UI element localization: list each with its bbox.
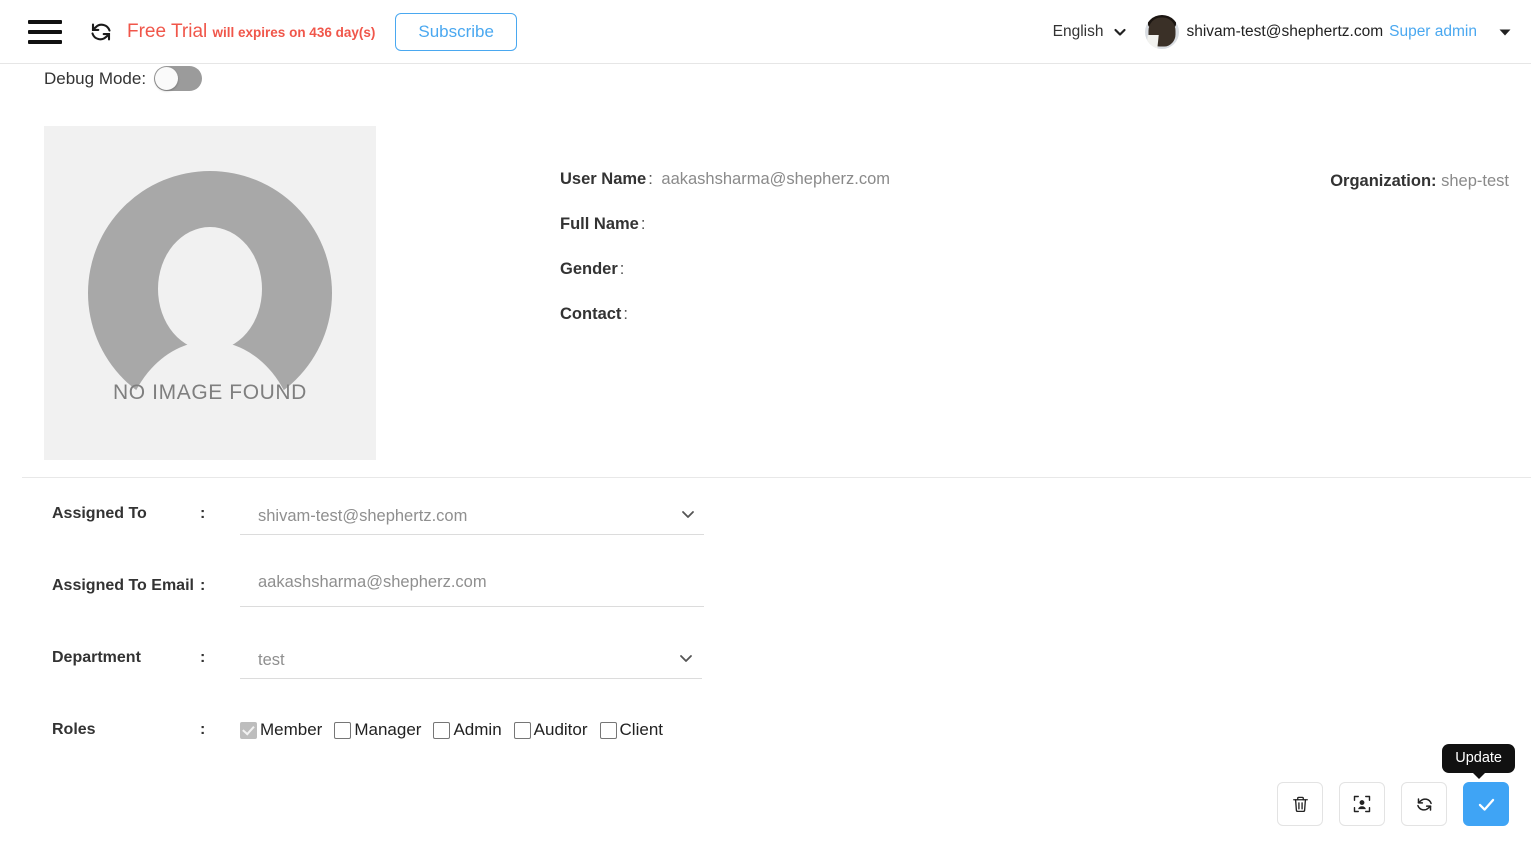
colon: : [200,577,206,594]
debug-mode-label: Debug Mode: [44,68,147,88]
organization-label: Organization [1330,172,1432,190]
full-name-label: Full Name [560,215,639,233]
assigned-to-select[interactable]: shivam-test@shephertz.com [240,492,704,535]
roles-label: Roles [52,721,96,738]
role-label: Admin [453,720,502,739]
department-label: Department [52,649,141,666]
action-button-bar: Update [1277,744,1515,826]
hamburger-menu-icon[interactable] [28,19,62,44]
department-row: Department : test [0,636,1531,708]
update-tooltip: Update [1442,744,1515,779]
header-right-cluster: English shivam-test@shephertz.com Super … [1053,14,1513,49]
avatar-shirt [1146,34,1160,49]
checkbox-box[interactable] [599,721,617,739]
department-field: test [240,636,702,679]
assigned-to-field: shivam-test@shephertz.com [240,492,704,535]
assigned-to-email-field [240,564,704,607]
debug-mode-row: Debug Mode: [44,66,203,91]
reset-button[interactable] [1401,782,1447,826]
profile-info-row: Gender: [560,260,1260,279]
update-button-wrapper: Update [1442,744,1515,826]
trial-title: Free Trial [127,20,208,42]
subscribe-button[interactable]: Subscribe [395,12,517,51]
check-icon [1478,798,1494,811]
role-label: Member [260,720,323,739]
assigned-to-email-input[interactable] [240,564,704,607]
user-avatar[interactable] [1145,14,1180,49]
profile-photo-placeholder[interactable]: NO IMAGE FOUND [44,126,376,460]
assigned-to-email-label: Assigned To Email [52,577,194,594]
contact-label: Contact [560,305,622,323]
user-name-label: User Name [560,170,647,188]
toggle-knob [155,67,179,90]
update-button[interactable] [1463,782,1509,826]
svg-text:NO IMAGE FOUND: NO IMAGE FOUND [113,381,307,404]
profile-info-row: User Name: aakashsharma@shepherz.com [560,170,1260,189]
user-role-label[interactable]: Super admin [1389,23,1477,41]
assignment-form: Assigned To : shivam-test@shephertz.com … [0,492,1531,780]
checkbox-box [240,721,257,739]
roles-row: Roles : Member Manager Admin Auditor Cli… [0,708,1531,780]
colon: : [200,649,206,666]
role-label: Client [619,720,663,739]
checkbox-box[interactable] [513,721,531,739]
refresh-icon [1416,797,1432,811]
user-name-value: aakashsharma@shepherz.com [661,170,891,188]
role-label: Auditor [533,720,588,739]
section-divider [22,477,1531,478]
assigned-to-row: Assigned To : shivam-test@shephertz.com [0,492,1531,564]
colon: : [200,721,206,738]
role-checkbox-auditor[interactable]: Auditor [513,720,588,740]
role-label: Manager [354,720,422,739]
trial-subtext: will expires on 436 day(s) [212,24,376,40]
user-focus-icon [1353,795,1371,813]
trial-status-text: Free Trial will expires on 436 day(s) [127,21,375,43]
colon: : [623,305,629,323]
hamburger-bar [28,39,62,44]
checkbox-box[interactable] [433,721,451,739]
colon: : [640,215,646,233]
trash-icon [1292,796,1308,812]
role-checkbox-manager[interactable]: Manager [334,720,421,740]
colon: : [619,260,625,278]
organization-row: Organization: shep-test [1330,172,1509,191]
colon: : [200,505,206,522]
colon: : [648,170,653,188]
gender-label: Gender [560,260,618,278]
no-image-avatar-icon: NO IMAGE FOUND [88,171,332,415]
profile-info-row: Full Name: [560,215,1260,234]
hamburger-bar [28,19,62,24]
colon: : [1431,172,1437,190]
hamburger-bar [28,29,62,34]
delete-button[interactable] [1277,782,1323,826]
role-checkbox-admin[interactable]: Admin [433,720,502,740]
department-select[interactable]: test [240,636,702,679]
debug-mode-toggle[interactable] [154,66,203,91]
roles-checkbox-group: Member Manager Admin Auditor Client [240,708,675,740]
organization-value: shep-test [1441,172,1509,190]
user-menu-chevron-down-icon[interactable] [1497,24,1513,40]
assign-user-button[interactable] [1339,782,1385,826]
trial-refresh-icon [88,19,114,45]
language-chevron-down-icon[interactable] [1113,25,1127,39]
top-header-bar: Free Trial will expires on 436 day(s) Su… [0,0,1531,64]
checkbox-box[interactable] [334,721,352,739]
assigned-to-label: Assigned To [52,505,147,522]
profile-info-row: Contact: [560,305,1260,324]
assigned-to-email-row: Assigned To Email : [0,564,1531,636]
profile-info-list: User Name: aakashsharma@shepherz.com Ful… [560,170,1260,350]
role-checkbox-member[interactable]: Member [240,720,322,740]
user-email-label[interactable]: shivam-test@shephertz.com [1186,23,1383,41]
role-checkbox-client[interactable]: Client [599,720,663,740]
language-selector-label[interactable]: English [1053,23,1104,41]
